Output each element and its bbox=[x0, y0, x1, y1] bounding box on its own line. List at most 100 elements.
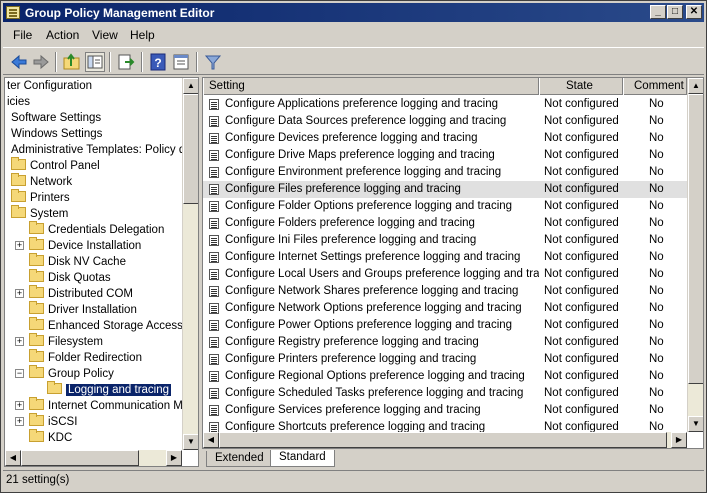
expand-plus-icon[interactable]: + bbox=[15, 337, 24, 346]
tab-extended[interactable]: Extended bbox=[206, 451, 273, 467]
policy-setting-icon bbox=[209, 99, 219, 110]
tree-item-device-installation[interactable]: Device Installation bbox=[29, 237, 141, 254]
tree-item-control-panel[interactable]: Control Panel bbox=[11, 157, 100, 174]
setting-state: Not configured bbox=[544, 319, 619, 331]
tree-item-folder-redirection[interactable]: Folder Redirection bbox=[29, 349, 142, 366]
settings-list-pane[interactable]: Setting State Comment Configure Applicat… bbox=[202, 77, 704, 449]
menu-help[interactable]: Help bbox=[130, 28, 155, 42]
tree-pane[interactable]: ter Configuration icies Software Setting… bbox=[4, 77, 199, 467]
policy-setting-icon bbox=[209, 337, 219, 348]
table-row[interactable]: Configure Network Options preference log… bbox=[203, 300, 687, 317]
tree-item-label: Credentials Delegation bbox=[48, 224, 165, 236]
tree-item-disk-nv-cache[interactable]: Disk NV Cache bbox=[29, 253, 126, 270]
menu-action[interactable]: Action bbox=[46, 28, 79, 42]
scroll-right-arrow-icon[interactable]: ▶ bbox=[671, 432, 687, 448]
tree-item-group-policy[interactable]: Group Policy bbox=[29, 365, 114, 382]
tree-item-logging-and-tracing[interactable]: Logging and tracing bbox=[47, 381, 173, 398]
tree-horizontal-scrollbar[interactable]: ◀ ▶ bbox=[5, 450, 182, 466]
table-row[interactable]: Configure Folders preference logging and… bbox=[203, 215, 687, 232]
folder-icon bbox=[11, 173, 26, 186]
tree-item-internet-communication[interactable]: Internet Communication Ma bbox=[29, 397, 189, 414]
table-row[interactable]: Configure Local Users and Groups prefere… bbox=[203, 266, 687, 283]
table-row[interactable]: Configure Regional Options preference lo… bbox=[203, 368, 687, 385]
tree-item[interactable]: icies bbox=[7, 94, 30, 110]
setting-state: Not configured bbox=[544, 285, 619, 297]
table-row[interactable]: Configure Ini Files preference logging a… bbox=[203, 232, 687, 249]
policy-setting-icon bbox=[209, 252, 219, 263]
setting-comment: No bbox=[649, 404, 664, 416]
close-button[interactable]: ✕ bbox=[686, 5, 702, 19]
maximize-button[interactable]: □ bbox=[667, 5, 683, 19]
tree-item-distributed-com[interactable]: Distributed COM bbox=[29, 285, 133, 302]
setting-comment: No bbox=[649, 251, 664, 263]
forward-arrow-icon[interactable] bbox=[31, 52, 51, 72]
help-icon[interactable]: ? bbox=[148, 52, 168, 72]
folder-icon bbox=[29, 397, 44, 410]
scroll-thumb[interactable] bbox=[688, 94, 703, 384]
table-row[interactable]: Configure Files preference logging and t… bbox=[203, 181, 687, 198]
expand-plus-icon[interactable]: + bbox=[15, 417, 24, 426]
filter-icon[interactable] bbox=[203, 52, 223, 72]
scroll-left-arrow-icon[interactable]: ◀ bbox=[203, 432, 219, 448]
table-row[interactable]: Configure Network Shares preference logg… bbox=[203, 283, 687, 300]
tab-standard[interactable]: Standard bbox=[270, 450, 335, 467]
tree-item-disk-quotas[interactable]: Disk Quotas bbox=[29, 269, 111, 286]
tree-item-system[interactable]: System bbox=[11, 205, 68, 222]
properties-icon[interactable] bbox=[171, 52, 191, 72]
scroll-thumb[interactable] bbox=[183, 94, 198, 204]
tree-item-filesystem[interactable]: Filesystem bbox=[29, 333, 103, 350]
table-row[interactable]: Configure Devices preference logging and… bbox=[203, 130, 687, 147]
setting-name: Configure Folder Options preference logg… bbox=[225, 200, 513, 212]
table-row[interactable]: Configure Environment preference logging… bbox=[203, 164, 687, 181]
tree-item-kdc[interactable]: KDC bbox=[29, 429, 72, 446]
expand-plus-icon[interactable]: + bbox=[15, 289, 24, 298]
table-row[interactable]: Configure Applications preference loggin… bbox=[203, 96, 687, 113]
table-row[interactable]: Configure Scheduled Tasks preference log… bbox=[203, 385, 687, 402]
table-row[interactable]: Configure Drive Maps preference logging … bbox=[203, 147, 687, 164]
expand-plus-icon[interactable]: + bbox=[15, 401, 24, 410]
tree-item-network[interactable]: Network bbox=[11, 173, 72, 190]
tree-item-credentials-delegation[interactable]: Credentials Delegation bbox=[29, 221, 165, 238]
list-vertical-scrollbar[interactable]: ▲ ▼ bbox=[687, 78, 703, 432]
menu-view[interactable]: View bbox=[92, 28, 118, 42]
table-row[interactable]: Configure Power Options preference loggi… bbox=[203, 317, 687, 334]
list-horizontal-scrollbar[interactable]: ◀ ▶ bbox=[203, 432, 687, 448]
tree-item-software-settings[interactable]: Software Settings bbox=[11, 110, 101, 126]
setting-state: Not configured bbox=[544, 183, 619, 195]
table-row[interactable]: Configure Folder Options preference logg… bbox=[203, 198, 687, 215]
export-list-icon[interactable] bbox=[116, 52, 136, 72]
scroll-right-arrow-icon[interactable]: ▶ bbox=[166, 450, 182, 466]
scroll-left-arrow-icon[interactable]: ◀ bbox=[5, 450, 21, 466]
back-arrow-icon[interactable] bbox=[9, 52, 29, 72]
table-row[interactable]: Configure Registry preference logging an… bbox=[203, 334, 687, 351]
tree-item-printers[interactable]: Printers bbox=[11, 189, 70, 206]
column-header-setting[interactable]: Setting bbox=[203, 78, 539, 95]
tree-item-iscsi[interactable]: iSCSI bbox=[29, 413, 77, 430]
up-folder-icon[interactable] bbox=[62, 52, 82, 72]
tree-item-windows-settings[interactable]: Windows Settings bbox=[11, 126, 102, 142]
scroll-thumb[interactable] bbox=[21, 450, 139, 466]
tree-item-enhanced-storage-access[interactable]: Enhanced Storage Access bbox=[29, 317, 183, 334]
tree-item-driver-installation[interactable]: Driver Installation bbox=[29, 301, 137, 318]
scroll-down-arrow-icon[interactable]: ▼ bbox=[183, 434, 198, 450]
table-row[interactable]: Configure Internet Settings preference l… bbox=[203, 249, 687, 266]
show-hide-tree-icon[interactable] bbox=[85, 52, 105, 72]
setting-name: Configure Internet Settings preference l… bbox=[225, 251, 521, 263]
column-header-state[interactable]: State bbox=[539, 78, 623, 95]
table-row[interactable]: Configure Data Sources preference loggin… bbox=[203, 113, 687, 130]
scroll-down-arrow-icon[interactable]: ▼ bbox=[688, 416, 703, 432]
minimize-button[interactable]: _ bbox=[650, 5, 666, 19]
scroll-thumb[interactable] bbox=[219, 432, 667, 448]
scroll-up-arrow-icon[interactable]: ▲ bbox=[688, 78, 703, 94]
table-row[interactable]: Configure Services preference logging an… bbox=[203, 402, 687, 419]
scroll-up-arrow-icon[interactable]: ▲ bbox=[183, 78, 198, 94]
menu-file[interactable]: File bbox=[13, 28, 32, 42]
tree-item[interactable]: ter Configuration bbox=[7, 78, 92, 94]
column-header-comment[interactable]: Comment bbox=[623, 78, 687, 95]
collapse-minus-icon[interactable]: − bbox=[15, 369, 24, 378]
tree-item-administrative-templates[interactable]: Administrative Templates: Policy de bbox=[11, 142, 192, 158]
expand-plus-icon[interactable]: + bbox=[15, 241, 24, 250]
title-bar[interactable]: Group Policy Management Editor _ □ ✕ bbox=[3, 3, 704, 22]
tree-vertical-scrollbar[interactable]: ▲ ▼ bbox=[182, 78, 198, 450]
table-row[interactable]: Configure Printers preference logging an… bbox=[203, 351, 687, 368]
